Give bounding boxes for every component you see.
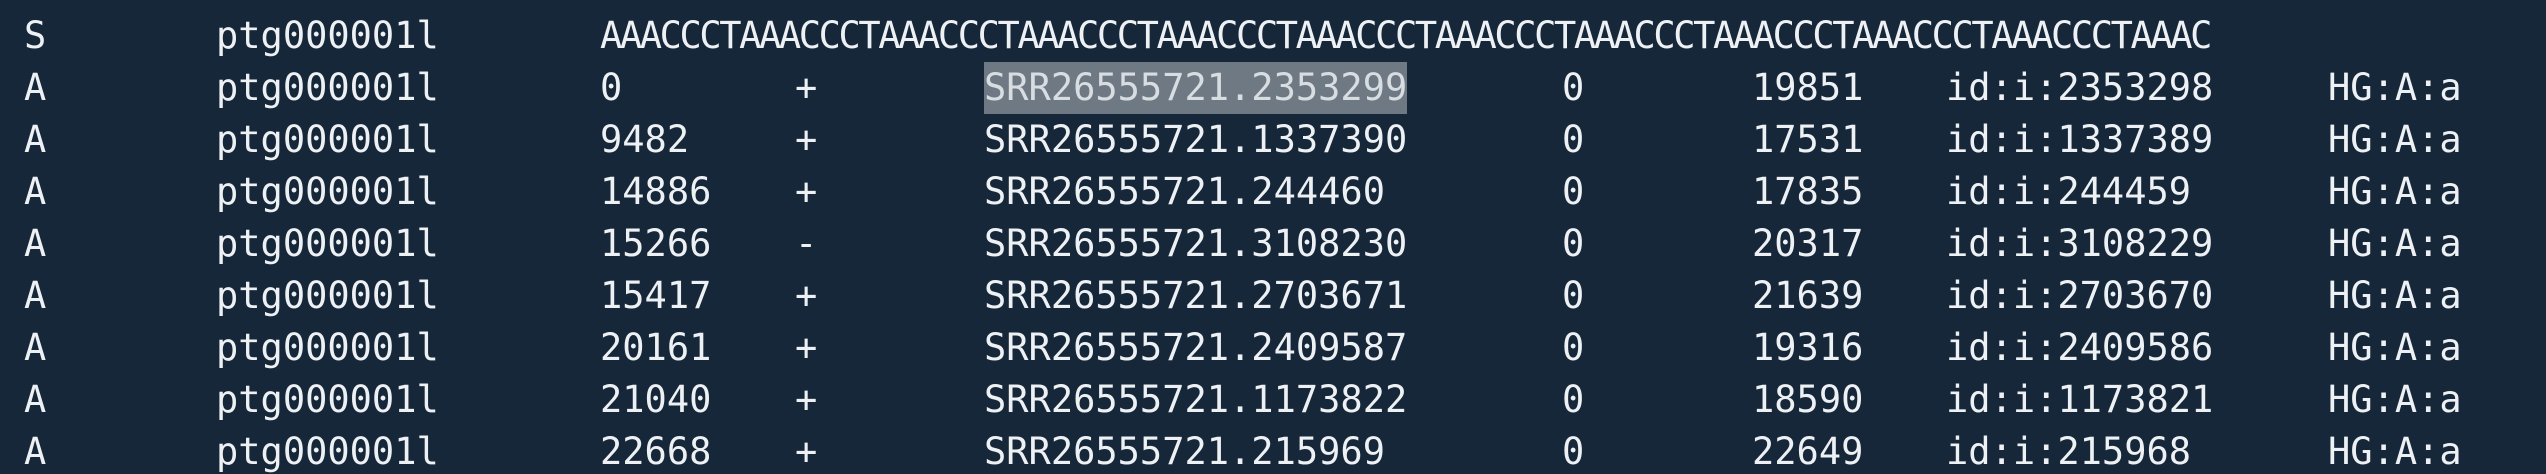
segment-line: S ptg000001l AAACCCTAAACCCTAAACCCTAAACCC… [0, 10, 2546, 62]
position: 15266 [600, 222, 712, 265]
haplotype-tag: HG:A:a [2328, 222, 2462, 265]
read-id: SRR26555721.2409587 [984, 326, 1408, 369]
record-type: A [24, 118, 47, 161]
position: 21040 [600, 378, 712, 421]
read-end: 19316 [1752, 326, 1864, 369]
terminal-output[interactable]: S ptg000001l AAACCCTAAACCCTAAACCCTAAACCC… [0, 0, 2546, 474]
strand: - [795, 222, 818, 265]
id-tag: id:i:244459 [1946, 170, 2192, 213]
record-type: A [24, 430, 47, 473]
contig-name: ptg000001l [216, 118, 439, 161]
position: 0 [600, 66, 623, 109]
contig-name: ptg000001l [216, 66, 439, 109]
position: 22668 [600, 430, 712, 473]
id-tag: id:i:1173821 [1946, 378, 2214, 421]
alignment-line: A ptg000001l 14886 + SRR26555721.244460 … [0, 166, 2546, 218]
strand: + [795, 430, 818, 473]
strand: + [795, 326, 818, 369]
id-tag: id:i:2409586 [1946, 326, 2214, 369]
record-type: S [24, 14, 47, 57]
record-type: A [24, 274, 47, 317]
record-type: A [24, 378, 47, 421]
alignment-line: A ptg000001l 22668 + SRR26555721.215969 … [0, 426, 2546, 474]
alignment-line: A ptg000001l 9482 + SRR26555721.1337390 … [0, 114, 2546, 166]
position: 14886 [600, 170, 712, 213]
alignment-line: A ptg000001l 20161 + SRR26555721.2409587… [0, 322, 2546, 374]
read-start: 0 [1562, 66, 1585, 109]
alignment-line: A ptg000001l 15266 - SRR26555721.3108230… [0, 218, 2546, 270]
contig-name: ptg000001l [216, 274, 439, 317]
read-id: SRR26555721.1173822 [984, 378, 1408, 421]
contig-name: ptg000001l [216, 222, 439, 265]
contig-name: ptg000001l [216, 170, 439, 213]
read-id: SRR26555721.215969 [984, 430, 1385, 473]
strand: + [795, 274, 818, 317]
haplotype-tag: HG:A:a [2328, 326, 2462, 369]
read-start: 0 [1562, 378, 1585, 421]
read-start: 0 [1562, 430, 1585, 473]
position: 20161 [600, 326, 712, 369]
read-start: 0 [1562, 118, 1585, 161]
id-tag: id:i:3108229 [1946, 222, 2214, 265]
contig-name: ptg000001l [216, 430, 439, 473]
segment-name: ptg000001l [216, 14, 439, 57]
haplotype-tag: HG:A:a [2328, 118, 2462, 161]
contig-name: ptg000001l [216, 326, 439, 369]
strand: + [795, 118, 818, 161]
read-id: SRR26555721.244460 [984, 170, 1385, 213]
read-start: 0 [1562, 222, 1585, 265]
read-end: 22649 [1752, 430, 1864, 473]
position: 9482 [600, 118, 690, 161]
selected-read-id[interactable]: SRR26555721.2353299 [984, 62, 1408, 114]
read-id: SRR26555721.1337390 [984, 118, 1408, 161]
read-id: SRR26555721.2703671 [984, 274, 1408, 317]
read-end: 17835 [1752, 170, 1864, 213]
read-start: 0 [1562, 326, 1585, 369]
alignment-line: A ptg000001l 21040 + SRR26555721.1173822… [0, 374, 2546, 426]
strand: + [795, 170, 818, 213]
id-tag: id:i:2703670 [1946, 274, 2214, 317]
read-end: 20317 [1752, 222, 1864, 265]
read-start: 0 [1562, 170, 1585, 213]
id-tag: id:i:2353298 [1946, 66, 2214, 109]
haplotype-tag: HG:A:a [2328, 274, 2462, 317]
alignment-line: A ptg000001l 0 + SRR26555721.2353299 0 1… [0, 62, 2546, 114]
read-end: 19851 [1752, 66, 1864, 109]
read-start: 0 [1562, 274, 1585, 317]
alignment-line: A ptg000001l 15417 + SRR26555721.2703671… [0, 270, 2546, 322]
strand: + [795, 378, 818, 421]
haplotype-tag: HG:A:a [2328, 66, 2462, 109]
contig-name: ptg000001l [216, 378, 439, 421]
record-type: A [24, 222, 47, 265]
read-end: 17531 [1752, 118, 1864, 161]
segment-sequence: AAACCCTAAACCCTAAACCCTAAACCCTAAACCCTAAACC… [600, 14, 2212, 57]
id-tag: id:i:1337389 [1946, 118, 2214, 161]
haplotype-tag: HG:A:a [2328, 170, 2462, 213]
haplotype-tag: HG:A:a [2328, 430, 2462, 473]
strand: + [795, 66, 818, 109]
id-tag: id:i:215968 [1946, 430, 2192, 473]
record-type: A [24, 326, 47, 369]
read-id: SRR26555721.3108230 [984, 222, 1408, 265]
record-type: A [24, 170, 47, 213]
haplotype-tag: HG:A:a [2328, 378, 2462, 421]
record-type: A [24, 66, 47, 109]
position: 15417 [600, 274, 712, 317]
read-end: 18590 [1752, 378, 1864, 421]
read-end: 21639 [1752, 274, 1864, 317]
